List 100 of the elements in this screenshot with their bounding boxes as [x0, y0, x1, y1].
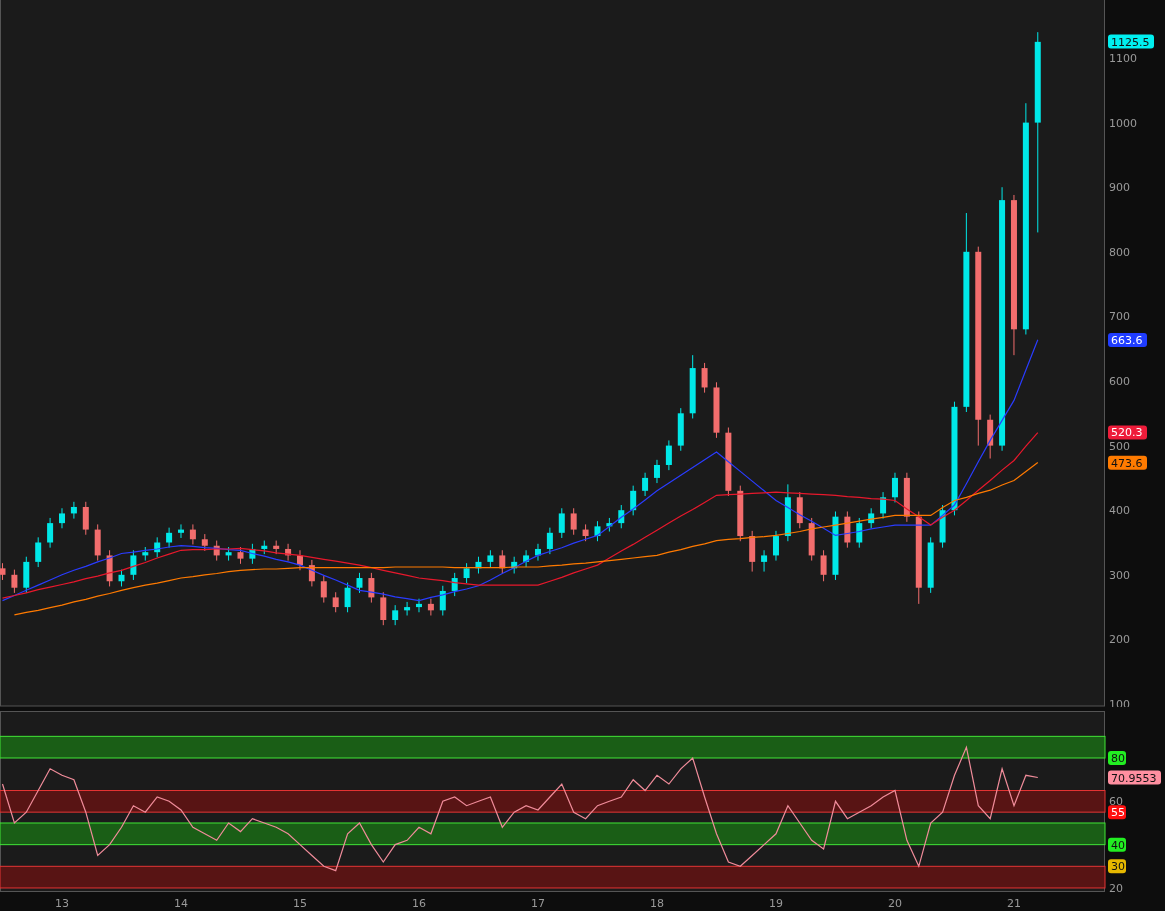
candlestick	[535, 543, 541, 562]
axis-label: 300	[1109, 568, 1130, 582]
candlestick	[618, 504, 625, 529]
axis-label: 21	[1006, 897, 1021, 910]
candlestick	[35, 536, 42, 568]
candlestick	[404, 601, 411, 616]
candlestick	[749, 530, 756, 573]
candlestick	[844, 511, 851, 549]
candlestick	[582, 523, 589, 542]
value-tag: 55	[1108, 805, 1126, 820]
candlestick	[237, 546, 244, 565]
candlestick	[249, 543, 256, 565]
candlestick	[725, 427, 732, 497]
candlestick	[761, 549, 768, 573]
candlestick	[273, 540, 280, 555]
axis-label: 14	[174, 897, 188, 910]
candlestick	[868, 507, 875, 529]
value-tag: 80	[1108, 751, 1126, 765]
candlestick	[332, 591, 339, 613]
candlestick	[285, 543, 292, 562]
candlestick	[808, 517, 815, 562]
value-tag: 40	[1108, 837, 1126, 852]
candlestick	[439, 585, 446, 616]
value-tag: 30	[1108, 859, 1126, 874]
axis-label: 400	[1109, 504, 1130, 518]
candlestick	[558, 507, 565, 539]
candlestick	[118, 569, 125, 587]
candlestick	[213, 540, 220, 562]
candlestick	[94, 523, 101, 562]
candlestick	[927, 536, 934, 594]
candlestick	[654, 459, 660, 484]
candlestick	[856, 517, 863, 549]
candlestick	[903, 472, 910, 523]
candlestick	[142, 546, 149, 562]
axis-label: 15	[293, 897, 307, 910]
axis-label: 900	[1109, 181, 1130, 195]
candlestick	[701, 362, 708, 394]
candlestick	[23, 556, 30, 594]
candlestick	[499, 549, 506, 574]
candlestick	[308, 559, 315, 587]
candlestick	[201, 533, 208, 552]
candlestick	[380, 591, 387, 626]
axis-label: 16	[412, 897, 426, 910]
candlestick	[82, 501, 89, 536]
axis-label: 800	[1109, 245, 1130, 259]
candlestick	[606, 517, 613, 532]
candlestick	[451, 572, 458, 597]
axis-label: 1100	[1109, 52, 1137, 65]
candlestick	[487, 549, 494, 568]
candlestick	[773, 530, 779, 562]
axis-label: 200	[1109, 633, 1130, 647]
axis-label: 13	[55, 897, 69, 910]
candlestick	[546, 527, 553, 555]
candlestick	[344, 582, 351, 613]
candlestick	[939, 504, 946, 549]
axis-label: 500	[1109, 439, 1130, 453]
candlestick	[11, 569, 18, 594]
axis-label: 20	[887, 897, 902, 910]
value-tag: 70.9553	[1108, 770, 1161, 785]
axis-label: 1000	[1109, 116, 1137, 130]
candlestick	[356, 572, 363, 594]
candlestick	[392, 604, 399, 626]
axis-label: 700	[1109, 310, 1130, 324]
candlestick	[154, 536, 161, 558]
candlestick	[665, 439, 672, 471]
value-tag: 473.6	[1108, 455, 1147, 470]
candlestick	[987, 414, 994, 459]
candlestick	[642, 472, 649, 497]
candlestick	[368, 572, 375, 604]
candlestick	[511, 556, 518, 574]
candlestick	[594, 520, 601, 542]
candlestick	[891, 472, 898, 503]
candlestick	[630, 485, 637, 516]
candlestick	[463, 562, 470, 584]
candlestick	[0, 562, 6, 581]
candlestick	[713, 381, 720, 439]
axis-label: 17	[531, 897, 545, 910]
candlestick	[796, 491, 803, 529]
candlestick	[784, 483, 791, 542]
axis-label: 600	[1109, 375, 1130, 388]
axis-label: 18	[650, 897, 664, 910]
value-tag: 520.3	[1108, 425, 1147, 440]
candlestick	[320, 575, 327, 604]
candlestick	[225, 546, 232, 562]
candlestick	[416, 598, 422, 613]
candlestick	[570, 507, 577, 536]
candlestick	[70, 501, 77, 520]
candlestick	[130, 549, 137, 581]
value-tag: 663.6	[1108, 332, 1147, 347]
candlestick	[47, 517, 54, 549]
value-tag: 1125.5	[1108, 34, 1154, 49]
candlestick	[59, 507, 65, 529]
candlestick	[523, 549, 530, 568]
candlestick	[677, 407, 684, 452]
candlestick	[737, 485, 744, 542]
axis-label: 20	[1109, 881, 1123, 895]
candlestick	[178, 523, 184, 539]
candlestick	[106, 549, 113, 587]
candlestick	[261, 540, 268, 555]
candlestick	[166, 527, 173, 549]
